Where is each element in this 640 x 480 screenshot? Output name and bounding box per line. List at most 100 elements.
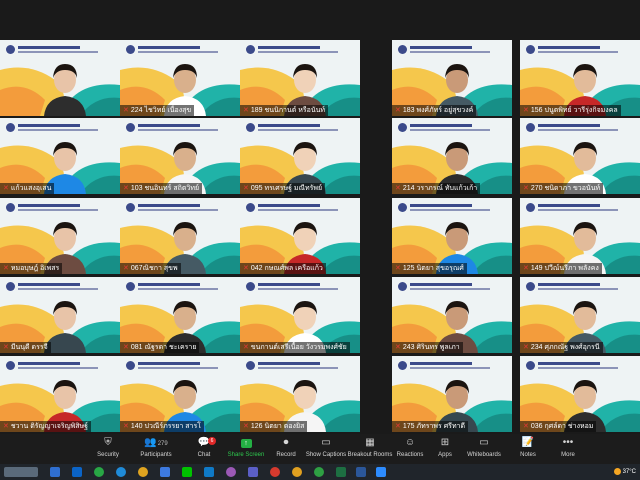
university-logo-icon xyxy=(526,282,535,291)
muted-mic-icon: ✕ xyxy=(243,344,249,351)
taskbar-thumbnail[interactable] xyxy=(4,467,38,477)
participant-video xyxy=(44,64,86,116)
video-tile[interactable]: ✕ 125 นิตยา สุขอรุณศ์ xyxy=(392,198,512,274)
video-tile[interactable]: ✕ 149 ปวีณ์นรีภา พลังคง xyxy=(520,198,640,274)
participant-name: ✕ 067ณิชกา สุขพ xyxy=(120,263,181,274)
video-tile[interactable]: ✕ 126 นิตยา ตองยิส xyxy=(240,356,360,432)
participant-name-text: 042 กษณศ์พล เครือแก้ว xyxy=(250,265,323,272)
participant-name: ✕ 175 ภัทราพร ศรีทาดี xyxy=(392,421,469,432)
participants-count: 279 xyxy=(157,441,168,447)
university-logo-icon xyxy=(6,361,15,370)
participant-name: ✕ 234 ศุภกณัฐ พงศ์อุกรนี xyxy=(520,342,603,353)
chrome-icon[interactable] xyxy=(270,467,280,477)
video-tile[interactable]: ✕ ชวาน ติรัญญาเจริญพิสิษฐ์ xyxy=(0,356,120,432)
university-logo-icon xyxy=(246,45,255,54)
temperature-label: 37°C xyxy=(622,469,636,475)
muted-mic-icon: ✕ xyxy=(123,344,129,351)
participant-name: ✕ 095 ทรเศรษฐ์ มณีทรัพย์ xyxy=(240,183,326,194)
teams-icon[interactable] xyxy=(248,467,258,477)
participant-name-text: 103 ชนอินทร์ สถิตวิทย์ xyxy=(130,185,200,192)
university-logo-icon xyxy=(6,123,15,132)
mail-icon[interactable] xyxy=(72,467,82,477)
university-logo-icon xyxy=(6,45,15,54)
participant-name-text: 224 ไชวิทย์ เนื่องสุข xyxy=(130,107,192,114)
muted-mic-icon: ✕ xyxy=(523,344,529,351)
muted-mic-icon: ✕ xyxy=(243,185,249,192)
video-tile[interactable]: ✕ 214 วราภรณ์ ทับแก้วเก้า xyxy=(392,118,512,194)
muted-mic-icon: ✕ xyxy=(3,344,9,351)
more-icon: ••• xyxy=(562,437,574,448)
muted-mic-icon: ✕ xyxy=(123,265,129,272)
muted-mic-icon: ✕ xyxy=(3,423,9,430)
chrome-icon[interactable] xyxy=(292,467,302,477)
app-icon[interactable] xyxy=(204,467,214,477)
university-logo-icon xyxy=(526,123,535,132)
participant-name-text: ชวาน ติรัญญาเจริญพิสิษฐ์ xyxy=(10,423,88,430)
participant-name: ✕ 125 นิตยา สุขอรุณศ์ xyxy=(392,263,467,274)
more-button[interactable]: ••• More xyxy=(538,436,598,462)
video-tile[interactable]: ✕ 224 ไชวิทย์ เนื่องสุข xyxy=(120,40,240,116)
word-icon[interactable] xyxy=(356,467,366,477)
chrome-icon[interactable] xyxy=(138,467,148,477)
participant-name: ✕ 156 ปนูตพิทย์ วารีรุ่งกิจมงคล xyxy=(520,105,621,116)
participant-name-text: ขนกานต์เสรีเนื้อย วังวรมพงศ์ชัย xyxy=(250,344,347,351)
university-logo-icon xyxy=(126,361,135,370)
participant-name: ✕ ขนกานต์เสรีเนื้อย วังวรมพงศ์ชัย xyxy=(240,342,350,353)
video-tile[interactable]: ✕ 243 ศิรินทร พูลเภา xyxy=(392,277,512,353)
video-tile[interactable]: ✕ 067ณิชกา สุขพ xyxy=(120,198,240,274)
excel-icon[interactable] xyxy=(336,467,346,477)
participant-name-text: 149 ปวีณ์นรีภา พลังคง xyxy=(530,265,599,272)
participant-name-text: 243 ศิรินทร พูลเภา xyxy=(402,344,460,351)
university-logo-icon xyxy=(246,282,255,291)
university-logo-icon xyxy=(126,203,135,212)
app-icon[interactable] xyxy=(94,467,104,477)
video-tile[interactable]: ✕ 103 ชนอินทร์ สถิตวิทย์ xyxy=(120,118,240,194)
video-tile[interactable]: ✕ 081 ณัฐรดา ชะเคราย xyxy=(120,277,240,353)
messenger-icon[interactable] xyxy=(226,467,236,477)
video-tile[interactable]: ✕ มีนนุดี ดรรจี xyxy=(0,277,120,353)
university-logo-icon xyxy=(526,45,535,54)
participant-name-text: 067ณิชกา สุขพ xyxy=(130,265,178,272)
participant-name-text: หมอบุษฎ์ อิเพสร xyxy=(10,265,60,272)
line-icon[interactable] xyxy=(182,467,192,477)
video-tile[interactable]: ✕ 095 ทรเศรษฐ์ มณีทรัพย์ xyxy=(240,118,360,194)
video-tile[interactable]: ✕ 270 ชนิดาภา ขวอนันท์ xyxy=(520,118,640,194)
video-tile[interactable]: ✕ 140 ปวณีร์ภรรยา สารโ xyxy=(120,356,240,432)
video-tile[interactable]: ✕ 156 ปนูตพิทย์ วารีรุ่งกิจมงคล xyxy=(520,40,640,116)
university-logo-icon xyxy=(526,361,535,370)
participant-name: ✕ มีนนุดี ดรรจี xyxy=(0,342,51,353)
participant-name-text: 175 ภัทราพร ศรีทาดี xyxy=(402,423,466,430)
file-explorer-icon[interactable] xyxy=(50,467,60,477)
participant-name: ✕ 270 ชนิดาภา ขวอนันท์ xyxy=(520,183,604,194)
video-tile[interactable]: ✕ 175 ภัทราพร ศรีทาดี xyxy=(392,356,512,432)
participant-name: ✕ 183 พงศ์ภัทร์ อยู่สุขวงค์ xyxy=(392,105,477,116)
university-logo-icon xyxy=(246,123,255,132)
muted-mic-icon: ✕ xyxy=(395,265,401,272)
video-tile[interactable]: ✕ 234 ศุภกณัฐ พงศ์อุกรนี xyxy=(520,277,640,353)
muted-mic-icon: ✕ xyxy=(123,423,129,430)
participant-name-text: 183 พงศ์ภัทร์ อยู่สุขวงค์ xyxy=(402,107,474,114)
university-logo-icon xyxy=(398,45,407,54)
muted-mic-icon: ✕ xyxy=(243,265,249,272)
video-tile[interactable]: ✕ 183 พงศ์ภัทร์ อยู่สุขวงค์ xyxy=(392,40,512,116)
participant-name: ✕ 224 ไชวิทย์ เนื่องสุข xyxy=(120,105,195,116)
video-tile[interactable]: ✕ 036 กุศล์ดา ช่างหอม xyxy=(520,356,640,432)
video-tile[interactable]: ✕ แก้วแสงอุเสน xyxy=(0,118,120,194)
sun-icon xyxy=(613,467,621,475)
university-logo-icon xyxy=(398,282,407,291)
university-logo-icon xyxy=(526,203,535,212)
participant-name-text: 095 ทรเศรษฐ์ มณีทรัพย์ xyxy=(250,185,323,192)
participant-name-text: 036 กุศล์ดา ช่างหอม xyxy=(530,423,594,430)
edge-icon[interactable] xyxy=(116,467,126,477)
video-tile[interactable]: ✕ หมอบุษฎ์ อิเพสร xyxy=(0,198,120,274)
chrome-icon[interactable] xyxy=(314,467,324,477)
app-icon[interactable] xyxy=(160,467,170,477)
video-tile[interactable]: ✕ ขนกานต์เสรีเนื้อย วังวรมพงศ์ชัย xyxy=(240,277,360,353)
zoom-icon[interactable] xyxy=(376,467,386,477)
participant-name-text: 081 ณัฐรดา ชะเคราย xyxy=(130,344,197,351)
video-tile[interactable]: ✕ 189 ชนนิกานต์ หรือนันท์ xyxy=(240,40,360,116)
video-tile[interactable]: ✕ 042 กษณศ์พล เครือแก้ว xyxy=(240,198,360,274)
chat-badge: 6 xyxy=(208,437,216,445)
participant-name-text: 234 ศุภกณัฐ พงศ์อุกรนี xyxy=(530,344,600,351)
video-tile[interactable] xyxy=(0,40,120,116)
